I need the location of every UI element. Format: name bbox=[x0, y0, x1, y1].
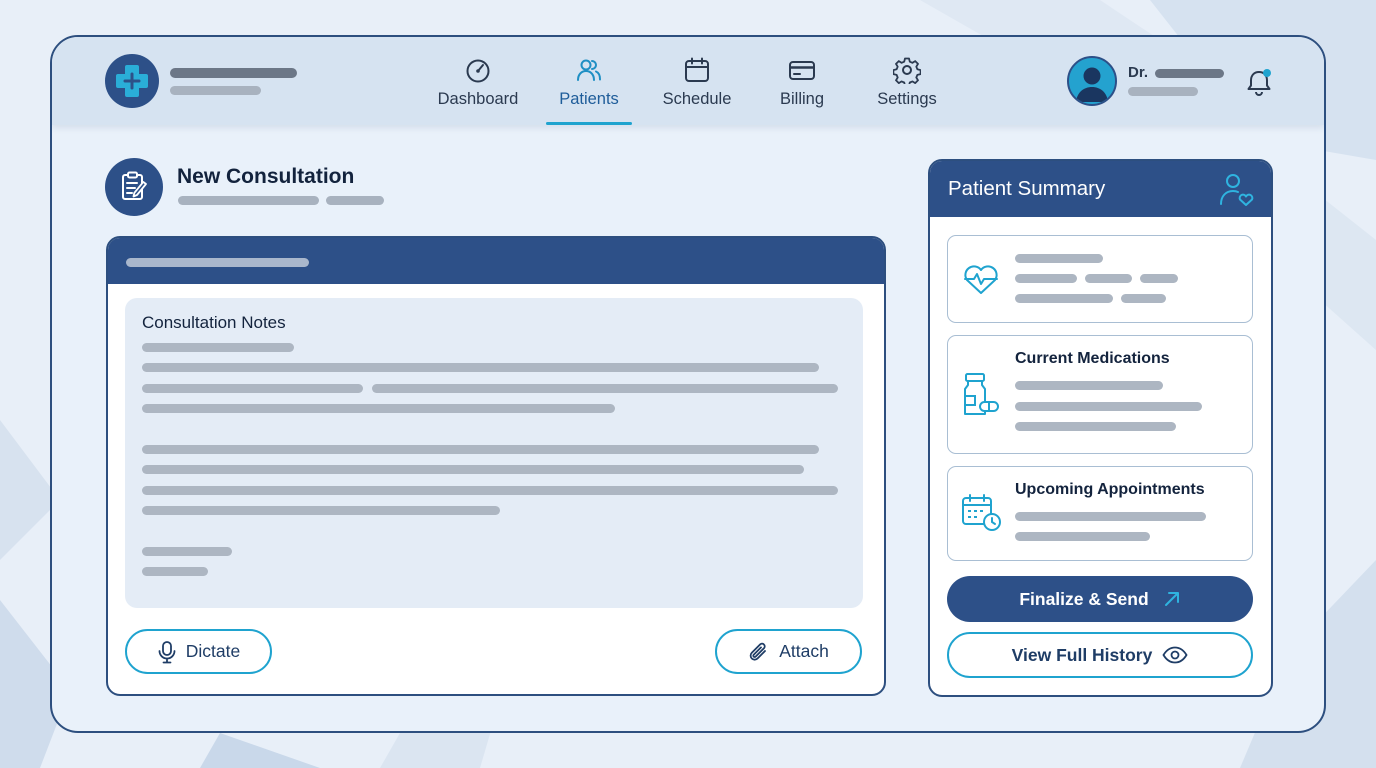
medication-line bbox=[1015, 381, 1163, 390]
page-subtitle-placeholder-2 bbox=[326, 196, 384, 205]
nav-dashboard[interactable]: Dashboard bbox=[432, 37, 524, 125]
medications-card[interactable]: Current Medications bbox=[947, 335, 1253, 454]
vitals-line bbox=[1015, 254, 1103, 263]
gear-icon bbox=[893, 57, 921, 84]
vitals-line bbox=[1015, 294, 1113, 303]
text-line bbox=[372, 384, 838, 393]
notes-heading: Consultation Notes bbox=[142, 313, 286, 332]
history-label: View Full History bbox=[1011, 644, 1153, 665]
consultation-editor-card: Consultation Notes Dictate Attach bbox=[106, 236, 886, 696]
notification-bell-icon[interactable] bbox=[1245, 67, 1273, 97]
gauge-icon bbox=[466, 59, 490, 83]
active-tab-indicator bbox=[546, 122, 632, 125]
view-full-history-button[interactable]: View Full History bbox=[947, 632, 1253, 678]
attach-label: Attach bbox=[779, 641, 829, 661]
microphone-icon bbox=[158, 640, 176, 663]
text-line bbox=[142, 384, 363, 393]
text-line bbox=[142, 547, 232, 556]
appointment-line bbox=[1015, 512, 1206, 521]
heart-pulse-icon bbox=[964, 265, 998, 294]
credit-card-icon bbox=[789, 61, 815, 80]
vitals-line bbox=[1085, 274, 1132, 283]
finalize-send-button[interactable]: Finalize & Send bbox=[947, 576, 1253, 622]
doctor-name-prefix: Dr. bbox=[1128, 64, 1149, 81]
notification-dot bbox=[1263, 69, 1271, 77]
app-window: Dashboard Patients Schedule Billing Sett… bbox=[50, 35, 1326, 733]
medication-line bbox=[1015, 402, 1202, 411]
nav-schedule-label: Schedule bbox=[662, 90, 732, 108]
users-icon bbox=[577, 59, 601, 81]
user-avatar[interactable] bbox=[1067, 56, 1117, 106]
medication-line bbox=[1015, 422, 1176, 431]
brand-subtitle-placeholder bbox=[170, 86, 261, 95]
summary-title: Patient Summary bbox=[948, 177, 1106, 200]
text-line bbox=[142, 486, 838, 495]
text-line bbox=[142, 465, 804, 474]
medications-title: Current Medications bbox=[1015, 350, 1170, 367]
finalize-label: Finalize & Send bbox=[1019, 588, 1149, 609]
nav-billing-label: Billing bbox=[779, 90, 825, 108]
appointments-card[interactable]: Upcoming Appointments bbox=[947, 466, 1253, 561]
attach-button[interactable]: Attach bbox=[715, 629, 862, 674]
text-line bbox=[142, 567, 208, 576]
page-subtitle-placeholder bbox=[178, 196, 319, 205]
text-line bbox=[142, 343, 294, 352]
arrow-up-right-icon bbox=[1164, 592, 1179, 606]
eye-icon bbox=[1162, 646, 1188, 664]
nav-patients[interactable]: Patients bbox=[546, 37, 632, 125]
summary-header: Patient Summary bbox=[930, 161, 1271, 217]
appointment-line bbox=[1015, 532, 1150, 541]
vitals-line bbox=[1015, 274, 1077, 283]
vitals-line bbox=[1121, 294, 1166, 303]
user-heart-icon bbox=[1220, 174, 1254, 206]
text-line bbox=[142, 363, 819, 372]
dictate-label: Dictate bbox=[185, 641, 241, 661]
nav-schedule[interactable]: Schedule bbox=[656, 37, 738, 125]
consultation-notes-textarea[interactable]: Consultation Notes bbox=[125, 298, 863, 608]
vitals-line bbox=[1140, 274, 1178, 283]
paperclip-icon bbox=[749, 642, 767, 661]
appointments-title: Upcoming Appointments bbox=[1015, 481, 1205, 498]
calendar-icon bbox=[685, 57, 709, 82]
nav-patients-label: Patients bbox=[559, 90, 619, 108]
nav-dashboard-label: Dashboard bbox=[437, 90, 519, 108]
patient-summary-panel: Patient Summary Current Medications Upco… bbox=[928, 159, 1273, 697]
nav-settings[interactable]: Settings bbox=[870, 37, 944, 125]
editor-header bbox=[108, 238, 884, 284]
text-line bbox=[142, 404, 615, 413]
calendar-clock-icon bbox=[962, 494, 1001, 531]
doctor-name-placeholder bbox=[1155, 69, 1224, 78]
page-title: New Consultation bbox=[177, 165, 355, 188]
vitals-card[interactable] bbox=[947, 235, 1253, 323]
dictate-button[interactable]: Dictate bbox=[125, 629, 272, 674]
text-line bbox=[142, 445, 819, 454]
brand-name-placeholder bbox=[170, 68, 297, 78]
editor-header-placeholder bbox=[126, 258, 309, 267]
text-line bbox=[142, 506, 500, 515]
medication-icon bbox=[964, 373, 999, 415]
clipboard-edit-icon bbox=[105, 158, 163, 216]
nav-billing[interactable]: Billing bbox=[772, 37, 832, 125]
medical-cross-logo[interactable] bbox=[105, 54, 159, 108]
nav-settings-label: Settings bbox=[877, 90, 937, 108]
doctor-role-placeholder bbox=[1128, 87, 1198, 96]
top-navigation-bar: Dashboard Patients Schedule Billing Sett… bbox=[52, 37, 1324, 125]
